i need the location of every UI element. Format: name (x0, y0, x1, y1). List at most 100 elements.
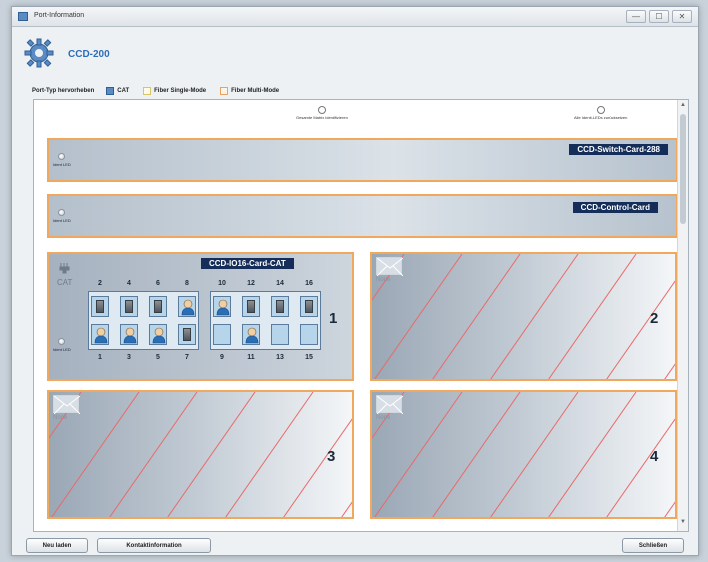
port-number: 16 (305, 280, 313, 287)
filter-fiber-single[interactable]: Fiber Single-Mode (143, 87, 206, 95)
empty-slot-label: None (53, 415, 68, 421)
checkbox[interactable] (143, 87, 152, 95)
user-icon (181, 299, 195, 316)
port-number: 9 (220, 354, 224, 361)
led-label: Ident LED (53, 162, 71, 167)
identify-radio[interactable] (317, 106, 326, 114)
ident-led[interactable]: Ident LED (53, 338, 71, 352)
slot-3-empty[interactable]: None 3 (47, 390, 354, 519)
checkbox[interactable] (220, 87, 229, 95)
minimize-button[interactable]: — (626, 10, 646, 23)
port-number: 2 (98, 280, 102, 287)
slot-number: 2 (650, 310, 659, 327)
port-number: 7 (185, 354, 189, 361)
ident-led[interactable]: Ident LED (53, 209, 71, 223)
rj45-jack-icon (183, 328, 191, 341)
control-card-label: CCD-Control-Card (572, 202, 658, 213)
user-icon (245, 327, 259, 344)
port-7[interactable] (178, 324, 196, 345)
port-11[interactable] (242, 324, 260, 345)
port-2[interactable] (91, 296, 109, 317)
port-16[interactable] (300, 296, 318, 317)
stripe-line (664, 363, 675, 379)
empty-slot-stripes (49, 392, 352, 517)
port-number: 5 (156, 354, 160, 361)
port-9[interactable] (213, 324, 231, 345)
port-6[interactable] (149, 296, 167, 317)
filter-fiber-multi[interactable]: Fiber Multi-Mode (220, 87, 279, 95)
port-1[interactable] (91, 324, 109, 345)
reset-radio[interactable] (596, 106, 605, 114)
stripe-line (548, 254, 637, 379)
port-number: 4 (127, 280, 131, 287)
envelope-icon (376, 395, 404, 415)
app-title: CCD-200 (68, 49, 110, 60)
stripe-line (432, 254, 521, 379)
checkbox[interactable] (106, 87, 115, 95)
filter-fiber-single-label: Fiber Single-Mode (154, 88, 207, 94)
stripe-line (490, 392, 579, 517)
stripe-line (606, 418, 675, 517)
rj45-jack-icon (125, 300, 133, 313)
port-8[interactable] (178, 296, 196, 317)
scroll-thumb[interactable] (680, 114, 686, 224)
reload-button[interactable]: Neu laden (26, 538, 88, 553)
rj45-jack-icon (276, 300, 284, 313)
stripe-line (341, 501, 352, 517)
control-card[interactable]: CCD-Control-Card Ident LED (47, 194, 678, 238)
reset-leds-control[interactable]: Alle Identi-LEDs zurücksetzen (574, 106, 627, 120)
switch-card[interactable]: CCD-Switch-Card-288 Ident LED (47, 138, 678, 182)
stripe-line (283, 418, 352, 517)
gear-icon (24, 38, 54, 68)
port-10[interactable] (213, 296, 231, 317)
filter-cat[interactable]: CAT (106, 87, 129, 95)
ident-led[interactable]: Ident LED (53, 153, 71, 167)
scroll-down-icon[interactable]: ▼ (679, 519, 687, 529)
port-15[interactable] (300, 324, 318, 345)
empty-slot-label: None (376, 415, 391, 421)
led-label: Ident LED (53, 218, 71, 223)
window-title: Port-Information (34, 12, 85, 19)
rj45-jack-icon (247, 300, 255, 313)
port-number: 6 (156, 280, 160, 287)
port-12[interactable] (242, 296, 260, 317)
slot-2-empty[interactable]: None 2 (370, 252, 677, 381)
port-number: 15 (305, 354, 313, 361)
rj45-jack-icon (96, 300, 104, 313)
port-5[interactable] (149, 324, 167, 345)
slot-1-io-card[interactable]: CAT CCD-IO16-Card-CAT Ident LED 2 4 6 8 10 12… (47, 252, 354, 381)
maximize-button[interactable]: ☐ (649, 10, 669, 23)
filter-label: Port-Typ hervorheben (32, 88, 95, 94)
rj45-jack-icon (154, 300, 162, 313)
close-button[interactable]: Schließen (622, 538, 684, 553)
port-14[interactable] (271, 296, 289, 317)
user-icon (123, 327, 137, 344)
port-number: 14 (276, 280, 284, 287)
port-3[interactable] (120, 324, 138, 345)
port-13[interactable] (271, 324, 289, 345)
identify-matrix-control[interactable]: Gesamte Matrix identifizieren (296, 106, 348, 120)
port-information-window: Port-Information — ☐ ✕ CCD-200 Port-Typ … (11, 6, 699, 556)
stripe-line (606, 280, 675, 379)
window-icon (18, 12, 28, 21)
slot-4-empty[interactable]: None 4 (370, 390, 677, 519)
plug-icon (59, 263, 70, 274)
led-label: Ident LED (53, 347, 71, 352)
filter-cat-label: CAT (117, 88, 130, 94)
port-number: 10 (218, 280, 226, 287)
close-window-button[interactable]: ✕ (672, 10, 692, 23)
stripe-line (109, 392, 198, 517)
io-card-label: CCD-IO16-Card-CAT (201, 258, 294, 269)
scroll-up-icon[interactable]: ▲ (679, 102, 687, 112)
switch-card-label: CCD-Switch-Card-288 (569, 144, 668, 155)
stripe-line (548, 392, 637, 517)
rj45-jack-icon (305, 300, 313, 313)
port-number: 11 (247, 354, 255, 361)
port-type-filter: Port-Typ hervorheben CAT Fiber Single-Mo… (32, 87, 293, 95)
contact-info-button[interactable]: Kontaktinformation (97, 538, 211, 553)
port-4[interactable] (120, 296, 138, 317)
port-number: 12 (247, 280, 255, 287)
vertical-scrollbar[interactable]: ▲ ▼ (677, 100, 688, 531)
stripe-line (167, 392, 256, 517)
port-number: 8 (185, 280, 189, 287)
